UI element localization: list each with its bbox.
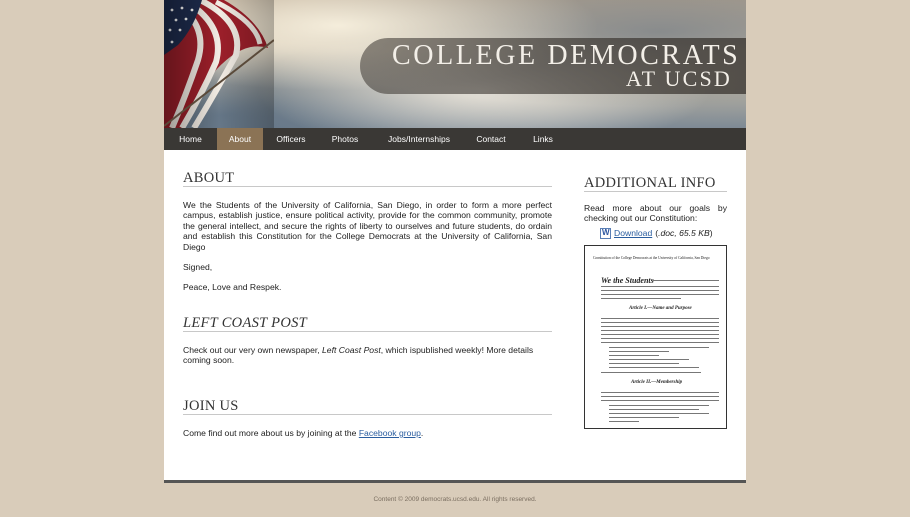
- nav-item-jobs-internships[interactable]: Jobs/Internships: [371, 128, 467, 150]
- main-nav: Home About Officers Photos Jobs/Internsh…: [164, 128, 746, 150]
- file-info-text: .doc, 65.5 KB: [658, 228, 710, 239]
- preview-line: [601, 399, 719, 401]
- preview-line: [609, 416, 679, 418]
- preview-line: [601, 333, 719, 335]
- join-us-heading: JOIN US: [183, 398, 552, 415]
- preview-line: [609, 412, 709, 414]
- bottom-divider: [164, 480, 746, 483]
- page: COLLEGE DEMOCRATS AT UCSD Home About Off…: [164, 0, 746, 517]
- left-coast-post-section: LEFT COAST POST Check out our very own n…: [183, 315, 552, 366]
- preview-line: [609, 346, 709, 348]
- about-heading: ABOUT: [183, 170, 552, 187]
- site-subtitle: AT UCSD: [625, 66, 732, 91]
- word-doc-icon[interactable]: [600, 227, 611, 239]
- peace-text: Peace, Love and Respek.: [183, 282, 282, 292]
- join-text-part: Come find out more about us by joining a…: [183, 428, 359, 438]
- sidebar: ADDITIONAL INFO Read more about our goal…: [584, 175, 727, 429]
- preview-article-2: Article II.—Membership: [631, 379, 683, 385]
- preview-line: [609, 366, 699, 368]
- constitution-preview-image[interactable]: Constitution of the College Democrats at…: [584, 244, 727, 429]
- preview-line: [609, 404, 709, 406]
- facebook-group-link[interactable]: Facebook group: [359, 428, 421, 438]
- nav-item-links[interactable]: Links: [515, 128, 571, 150]
- left-coast-post-heading: LEFT COAST POST: [183, 315, 552, 332]
- file-info-close: ): [709, 228, 713, 239]
- about-text: We the Students of the University of Cal…: [183, 200, 552, 252]
- preview-line: [601, 297, 681, 299]
- nav-item-about[interactable]: About: [217, 128, 263, 150]
- preview-line: [601, 321, 719, 323]
- file-info: (.doc, 65.5 KB): [655, 228, 712, 238]
- preview-line: [653, 279, 719, 281]
- join-us-text: Come find out more about us by joining a…: [183, 428, 552, 438]
- footer-text: Content © 2009 democrats.ucsd.edu. All r…: [373, 496, 537, 503]
- preview-line: [609, 362, 679, 364]
- preview-line: [609, 408, 699, 410]
- preview-line: [601, 289, 719, 291]
- preview-line: [601, 341, 719, 343]
- preview-line: [601, 325, 719, 327]
- lcp-text-part: Check out our very own newspaper,: [183, 345, 323, 355]
- download-link[interactable]: Download: [614, 228, 652, 238]
- main-column: ABOUT We the Students of the University …: [183, 170, 552, 438]
- preview-line: [601, 329, 719, 331]
- content-panel: ABOUT We the Students of the University …: [164, 150, 746, 480]
- nav-item-photos[interactable]: Photos: [319, 128, 371, 150]
- nav-item-home[interactable]: Home: [164, 128, 217, 150]
- preview-title: Constitution of the College Democrats at…: [593, 255, 710, 260]
- nav-item-officers[interactable]: Officers: [263, 128, 319, 150]
- preview-line: [601, 285, 719, 287]
- preview-line: [601, 391, 719, 393]
- preview-line: [601, 337, 719, 339]
- preview-we-the: We the Students: [601, 275, 654, 285]
- left-coast-post-text: Check out our very own newspaper, Left C…: [183, 345, 552, 366]
- preview-line: [601, 395, 719, 397]
- preview-line: [609, 350, 669, 352]
- preview-line: [609, 420, 639, 422]
- header-banner: COLLEGE DEMOCRATS AT UCSD: [164, 0, 746, 128]
- join-text-part: .: [420, 428, 424, 438]
- american-flag-image: [164, 0, 274, 128]
- preview-line: [601, 371, 701, 373]
- additional-info-heading: ADDITIONAL INFO: [584, 175, 727, 192]
- preview-line: [601, 293, 719, 295]
- preview-article-1: Article I.—Name and Purpose: [629, 305, 692, 311]
- download-row: Download (.doc, 65.5 KB): [584, 227, 727, 239]
- preview-line: [609, 358, 689, 360]
- join-us-section: JOIN US Come find out more about us by j…: [183, 398, 552, 438]
- constitution-intro-text: Read more about our goals by checking ou…: [584, 203, 727, 224]
- signed-text: Signed,: [183, 262, 213, 272]
- nav-item-contact[interactable]: Contact: [467, 128, 515, 150]
- lcp-newspaper-name: Left Coast Post: [322, 345, 381, 355]
- preview-line: [609, 354, 659, 356]
- preview-line: [601, 317, 719, 319]
